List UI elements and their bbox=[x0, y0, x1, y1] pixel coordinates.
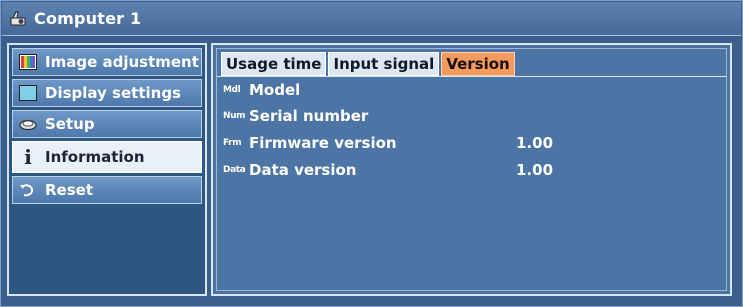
info-row-firmware-version: Frm Firmware version 1.00 bbox=[223, 132, 553, 154]
sidebar-item-label: Reset bbox=[45, 181, 93, 199]
info-label: Data version bbox=[249, 161, 357, 179]
info-row-model: Mdl Model bbox=[223, 79, 300, 101]
info-icon: i bbox=[24, 145, 32, 169]
sidebar-item-label: Setup bbox=[45, 115, 95, 133]
projector-menu-window: Computer 1 Image adjustment Display sett… bbox=[0, 0, 743, 307]
model-abbr-icon: Mdl bbox=[223, 85, 241, 95]
firmware-abbr-icon: Frm bbox=[223, 138, 242, 148]
info-label: Serial number bbox=[249, 107, 369, 125]
screen-icon bbox=[17, 84, 39, 102]
undo-icon bbox=[17, 181, 39, 199]
info-row-data-version: Data Data version 1.00 bbox=[223, 159, 553, 181]
info-row-serial-number: Num Serial number bbox=[223, 105, 368, 127]
setup-icon bbox=[17, 115, 39, 133]
tab-version[interactable]: Version bbox=[441, 52, 515, 76]
sidebar-item-reset[interactable]: Reset bbox=[12, 176, 202, 204]
content-panel: Usage time Input signal Version Mdl Mode… bbox=[211, 43, 732, 296]
sidebar-item-setup[interactable]: Setup bbox=[12, 110, 202, 138]
title-bar: Computer 1 bbox=[2, 2, 741, 36]
sidebar-item-information[interactable]: i Information bbox=[12, 141, 202, 173]
number-abbr-icon: Num bbox=[223, 111, 246, 121]
content-panel-inner: Usage time Input signal Version Mdl Mode… bbox=[216, 48, 727, 291]
sidebar-item-image-adjustment[interactable]: Image adjustment bbox=[12, 48, 202, 76]
data-abbr-icon: Data bbox=[223, 165, 246, 175]
tab-usage-time[interactable]: Usage time bbox=[221, 52, 327, 76]
sidebar-item-label: Display settings bbox=[45, 84, 181, 102]
projector-icon bbox=[8, 8, 30, 30]
info-label: Firmware version bbox=[249, 134, 397, 152]
info-value: 1.00 bbox=[516, 134, 554, 152]
tab-divider bbox=[217, 76, 726, 77]
palette-icon bbox=[17, 53, 39, 71]
info-label: Model bbox=[249, 81, 301, 99]
sidebar-item-label: Information bbox=[45, 148, 145, 166]
sidebar-item-label: Image adjustment bbox=[45, 53, 199, 71]
sidebar-item-display-settings[interactable]: Display settings bbox=[12, 79, 202, 107]
tab-input-signal[interactable]: Input signal bbox=[328, 52, 440, 76]
info-value: 1.00 bbox=[516, 161, 554, 179]
window-title: Computer 1 bbox=[34, 9, 142, 28]
tab-bar: Usage time Input signal Version bbox=[221, 52, 517, 76]
sidebar: Image adjustment Display settings Setup … bbox=[7, 43, 207, 296]
